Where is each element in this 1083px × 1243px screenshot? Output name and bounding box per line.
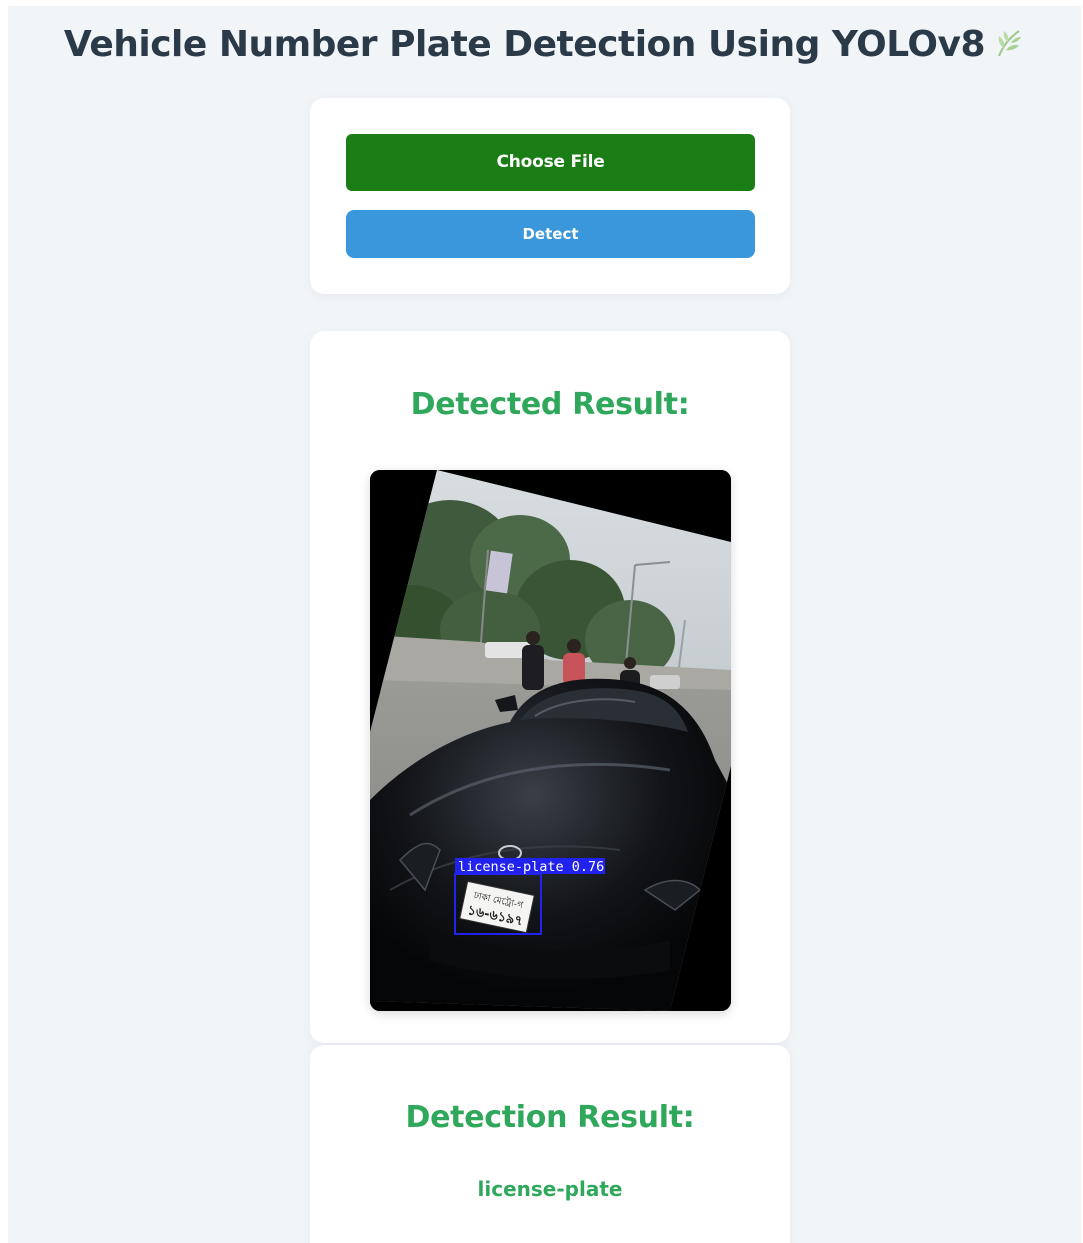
choose-file-button[interactable]: Choose File — [346, 134, 755, 191]
detected-result-heading: Detected Result: — [410, 387, 690, 422]
detect-button[interactable]: Detect — [346, 210, 755, 258]
leaf-icon — [991, 26, 1025, 69]
page-background: Vehicle Number Plate Detection Using YOL… — [8, 6, 1081, 1243]
detection-result-heading: Detection Result: — [405, 1100, 695, 1135]
detected-result-card: Detected Result: ঢাকা মেট্রো-গ ১৬-৬১৯৭ l… — [310, 331, 790, 1043]
detection-result-value: license-plate — [477, 1177, 623, 1201]
detected-result-image: ঢাকা মেট্রো-গ ১৬-৬১৯৭ license-plate 0.76 — [370, 470, 731, 1011]
bbox-label: license-plate 0.76 — [458, 859, 604, 875]
page-title-text: Vehicle Number Plate Detection Using YOL… — [63, 24, 986, 65]
upload-card: Choose File Detect — [310, 98, 790, 294]
page-title: Vehicle Number Plate Detection Using YOL… — [8, 24, 1081, 69]
detection-result-card: Detection Result: license-plate — [310, 1045, 790, 1243]
